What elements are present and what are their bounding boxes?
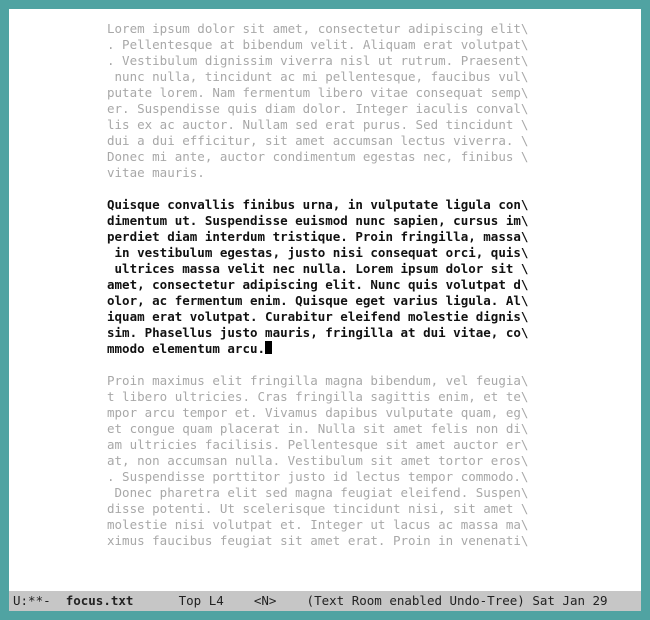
dimmed-paragraph[interactable]: Proin maximus elit fringilla magna biben… — [9, 373, 641, 549]
text-line[interactable]: putate lorem. Nam fermentum libero vitae… — [107, 85, 528, 100]
modeline: U:**- focus.txt Top L4 <N> (Text Room en… — [9, 591, 641, 611]
text-line[interactable]: olor, ac fermentum enim. Quisque eget va… — [107, 293, 528, 308]
modeline-narrow: <N> — [254, 593, 277, 608]
text-line[interactable]: Proin maximus elit fringilla magna biben… — [107, 373, 528, 388]
text-line[interactable]: mpor arcu tempor et. Vivamus dapibus vul… — [107, 405, 528, 420]
modeline-status: U:**- — [13, 593, 51, 608]
focused-paragraph[interactable]: Quisque convallis finibus urna, in vulpu… — [9, 197, 641, 357]
text-line[interactable]: . Vestibulum dignissim viverra nisl ut r… — [107, 53, 528, 68]
text-line[interactable]: iquam erat volutpat. Curabitur eleifend … — [107, 309, 528, 324]
text-line[interactable]: mmodo elementum arcu. — [107, 341, 265, 356]
text-line[interactable]: amet, consectetur adipiscing elit. Nunc … — [107, 277, 528, 292]
text-line[interactable]: nunc nulla, tincidunt ac mi pellentesque… — [107, 69, 528, 84]
text-line[interactable]: ultrices massa velit nec nulla. Lorem ip… — [107, 261, 528, 276]
text-line[interactable]: dimentum ut. Suspendisse euismod nunc sa… — [107, 213, 528, 228]
text-line[interactable]: Lorem ipsum dolor sit amet, consectetur … — [107, 21, 528, 36]
text-line[interactable]: disse potenti. Ut scelerisque tincidunt … — [107, 501, 528, 516]
text-line[interactable]: vitae mauris. — [107, 165, 205, 180]
editor-window: Lorem ipsum dolor sit amet, consectetur … — [0, 0, 650, 620]
text-line[interactable]: am ultricies facilisis. Pellentesque sit… — [107, 437, 528, 452]
text-line[interactable]: er. Suspendisse quis diam dolor. Integer… — [107, 101, 528, 116]
text-line[interactable]: sim. Phasellus justo mauris, fringilla a… — [107, 325, 528, 340]
blank-line — [9, 181, 641, 197]
modeline-modes: (Text Room enabled Undo-Tree) — [307, 593, 525, 608]
text-line[interactable]: ximus faucibus feugiat sit amet erat. Pr… — [107, 533, 528, 548]
text-line[interactable]: molestie nisi volutpat et. Integer ut la… — [107, 517, 528, 532]
modeline-filename: focus.txt — [66, 593, 134, 608]
text-line[interactable]: in vestibulum egestas, justo nisi conseq… — [107, 245, 528, 260]
text-line[interactable]: et congue quam placerat in. Nulla sit am… — [107, 421, 528, 436]
dimmed-paragraph[interactable]: Lorem ipsum dolor sit amet, consectetur … — [9, 21, 641, 181]
text-line[interactable]: at, non accumsan nulla. Vestibulum sit a… — [107, 453, 528, 468]
text-line[interactable]: . Suspendisse porttitor justo id lectus … — [107, 469, 528, 484]
text-line[interactable]: Donec mi ante, auctor condimentum egesta… — [107, 149, 528, 164]
text-buffer[interactable]: Lorem ipsum dolor sit amet, consectetur … — [9, 9, 641, 591]
blank-line — [9, 357, 641, 373]
text-line[interactable]: perdiet diam interdum tristique. Proin f… — [107, 229, 528, 244]
text-line[interactable]: lis ex ac auctor. Nullam sed erat purus.… — [107, 117, 528, 132]
text-line[interactable]: Quisque convallis finibus urna, in vulpu… — [107, 197, 528, 212]
text-line[interactable]: t libero ultricies. Cras fringilla sagit… — [107, 389, 528, 404]
text-line[interactable]: Donec pharetra elit sed magna feugiat el… — [107, 485, 528, 500]
text-line[interactable]: dui a dui efficitur, sit amet accumsan l… — [107, 133, 528, 148]
modeline-date: Sat Jan 29 — [532, 593, 607, 608]
text-cursor — [265, 341, 272, 354]
text-line[interactable]: . Pellentesque at bibendum velit. Aliqua… — [107, 37, 528, 52]
modeline-position: Top L4 — [179, 593, 224, 608]
